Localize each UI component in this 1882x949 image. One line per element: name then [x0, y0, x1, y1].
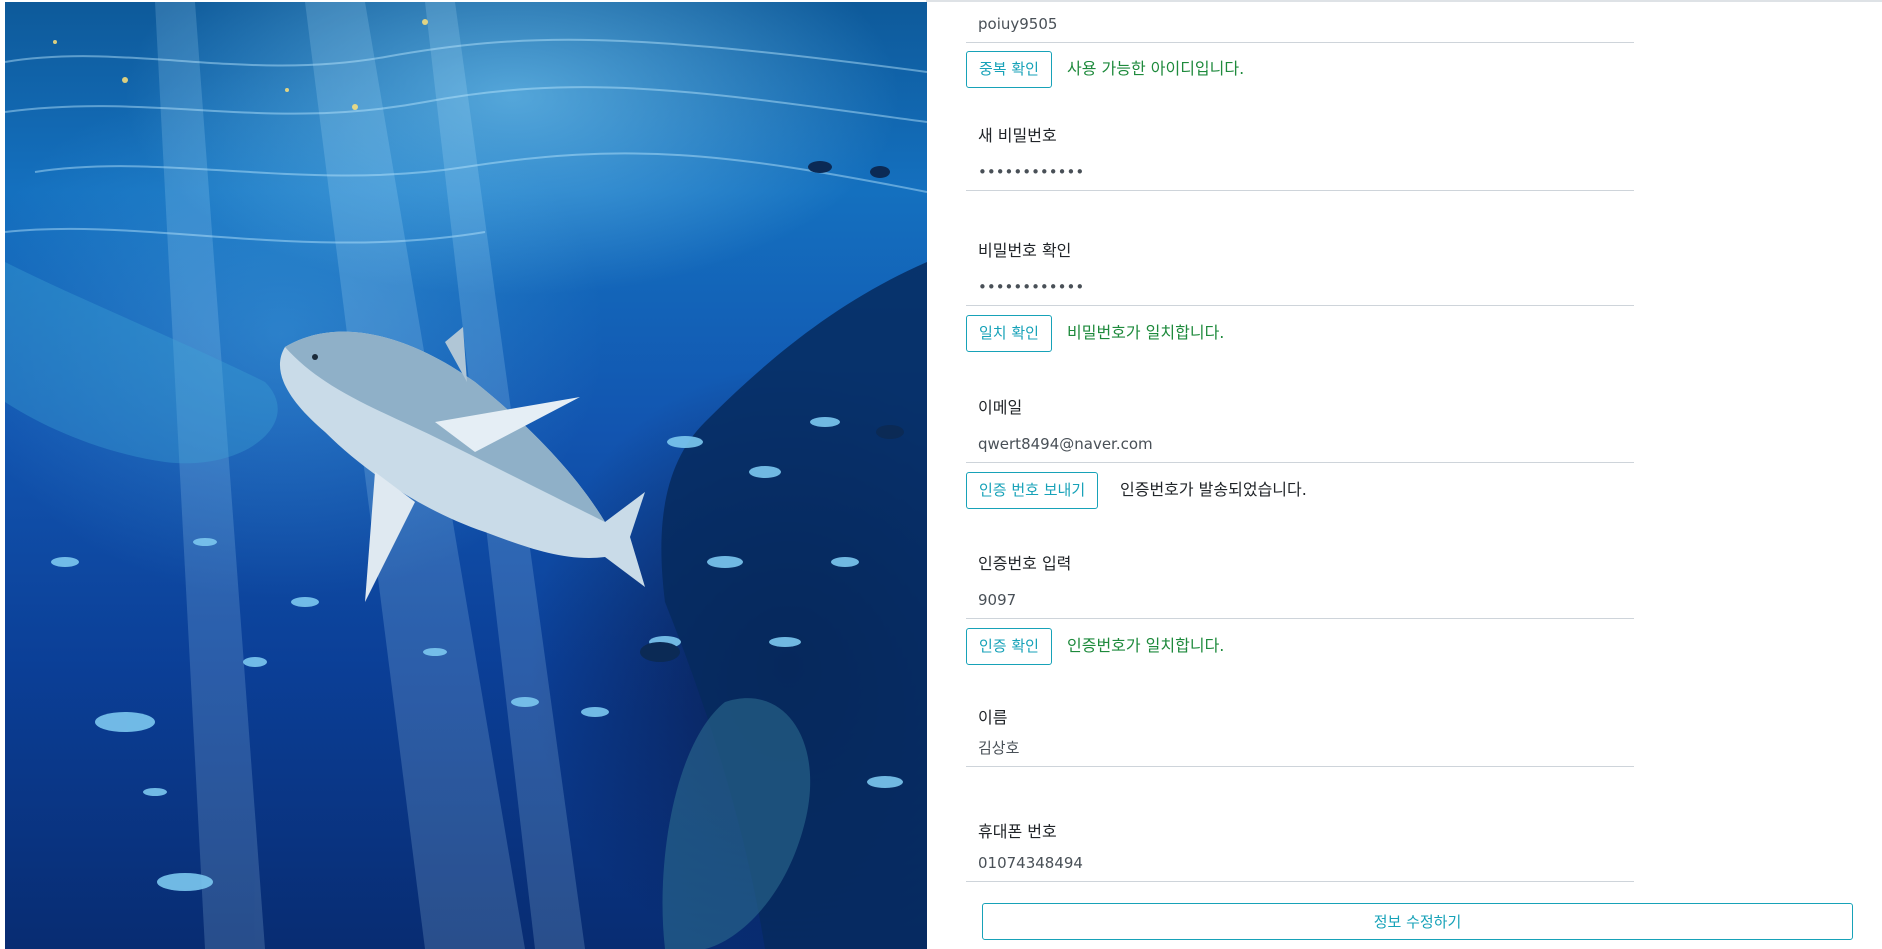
code-check-button[interactable]: 인증 확인	[966, 628, 1052, 665]
shark-aquarium-image	[5, 2, 927, 949]
user-id-field[interactable]	[966, 5, 1634, 43]
duplicate-check-button[interactable]: 중복 확인	[966, 51, 1052, 88]
new-password-field[interactable]	[966, 153, 1634, 191]
email-label: 이메일	[978, 398, 1023, 417]
password-confirm-label: 비밀번호 확인	[978, 241, 1072, 260]
new-password-label: 새 비밀번호	[978, 126, 1057, 145]
phone-label: 휴대폰 번호	[978, 822, 1057, 841]
password-confirm-field[interactable]	[966, 268, 1634, 306]
edit-profile-form: 중복 확인 사용 가능한 아이디입니다. 새 비밀번호 비밀번호 확인 일치 확…	[966, 0, 1636, 949]
send-code-button[interactable]: 인증 번호 보내기	[966, 472, 1099, 509]
code-check-message: 인증번호가 일치합니다.	[1067, 636, 1225, 655]
password-match-button[interactable]: 일치 확인	[966, 315, 1052, 352]
password-match-message: 비밀번호가 일치합니다.	[1067, 323, 1225, 342]
code-input-label: 인증번호 입력	[978, 554, 1072, 573]
duplicate-check-message: 사용 가능한 아이디입니다.	[1067, 59, 1245, 78]
name-field[interactable]	[966, 729, 1634, 767]
email-field[interactable]	[966, 425, 1634, 463]
verification-code-field[interactable]	[966, 581, 1634, 619]
name-label: 이름	[978, 708, 1008, 727]
update-info-button[interactable]: 정보 수정하기	[982, 903, 1853, 940]
send-code-message: 인증번호가 발송되었습니다.	[1120, 480, 1307, 499]
phone-field[interactable]	[966, 844, 1634, 882]
